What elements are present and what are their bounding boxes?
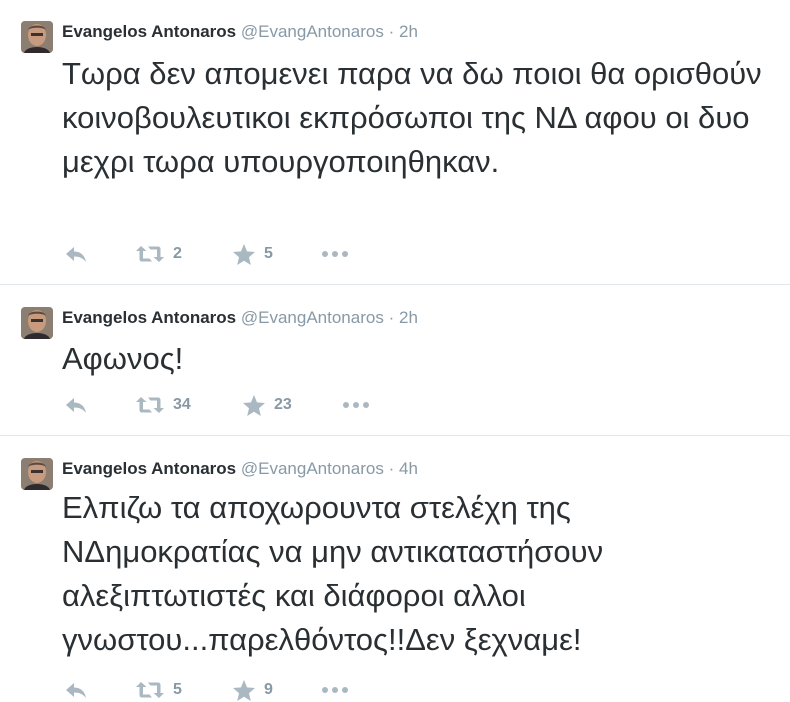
retweet-button[interactable]: 2 [135, 242, 182, 266]
author-handle[interactable]: @EvangAntonaros [241, 308, 384, 327]
star-icon [242, 394, 266, 417]
retweet-icon [135, 680, 165, 700]
tweet-time[interactable]: 4h [399, 459, 418, 478]
retweet-icon [135, 395, 165, 415]
reply-icon [64, 680, 88, 700]
reply-icon [64, 395, 88, 415]
retweet-button[interactable]: 34 [135, 393, 191, 417]
author-name[interactable]: Evangelos Antonaros [62, 308, 236, 327]
retweet-count: 2 [173, 245, 182, 262]
favorite-count: 5 [264, 245, 273, 262]
tweet-header: Evangelos Antonaros @EvangAntonaros · 2h [62, 308, 418, 328]
more-button[interactable] [321, 678, 349, 702]
more-icon [321, 250, 349, 258]
tweet[interactable]: Evangelos Antonaros @EvangAntonaros · 4h… [0, 436, 790, 693]
tweet[interactable]: Evangelos Antonaros @EvangAntonaros · 2h… [0, 285, 790, 436]
retweet-button[interactable]: 5 [135, 678, 182, 702]
favorite-count: 9 [264, 681, 273, 698]
favorite-button[interactable]: 23 [242, 393, 292, 417]
reply-button[interactable] [64, 678, 88, 702]
tweet-time[interactable]: 2h [399, 308, 418, 327]
retweet-count: 5 [173, 681, 182, 698]
separator-dot: · [388, 308, 395, 327]
separator-dot: · [388, 22, 395, 41]
avatar[interactable] [21, 458, 53, 490]
author-handle[interactable]: @EvangAntonaros [241, 22, 384, 41]
tweet-text: Ελπιζω τα αποχωρουντα στελέχη της ΝΔημοκ… [62, 490, 604, 657]
more-button[interactable] [342, 393, 370, 417]
author-handle[interactable]: @EvangAntonaros [241, 459, 384, 478]
reply-button[interactable] [64, 393, 88, 417]
retweet-count: 34 [173, 396, 191, 413]
more-icon [342, 401, 370, 409]
author-name[interactable]: Evangelos Antonaros [62, 22, 236, 41]
avatar[interactable] [21, 307, 53, 339]
author-name[interactable]: Evangelos Antonaros [62, 459, 236, 478]
more-button[interactable] [321, 242, 349, 266]
favorite-button[interactable]: 9 [232, 678, 273, 702]
favorite-count: 23 [274, 396, 292, 413]
tweet-time[interactable]: 2h [399, 22, 418, 41]
reply-button[interactable] [64, 242, 88, 266]
avatar[interactable] [21, 21, 53, 53]
tweet-header: Evangelos Antonaros @EvangAntonaros · 4h [62, 459, 418, 479]
retweet-icon [135, 244, 165, 264]
separator-dot: · [388, 459, 395, 478]
favorite-button[interactable]: 5 [232, 242, 273, 266]
tweet[interactable]: Evangelos Antonaros @EvangAntonaros · 2h… [0, 0, 790, 285]
star-icon [232, 679, 256, 702]
reply-icon [64, 244, 88, 264]
tweet-text: Αφωνος! [62, 341, 184, 376]
star-icon [232, 243, 256, 266]
tweet-text: Τωρα δεν απομενει παρα να δω ποιοι θα ορ… [62, 56, 762, 179]
tweet-header: Evangelos Antonaros @EvangAntonaros · 2h [62, 22, 418, 42]
